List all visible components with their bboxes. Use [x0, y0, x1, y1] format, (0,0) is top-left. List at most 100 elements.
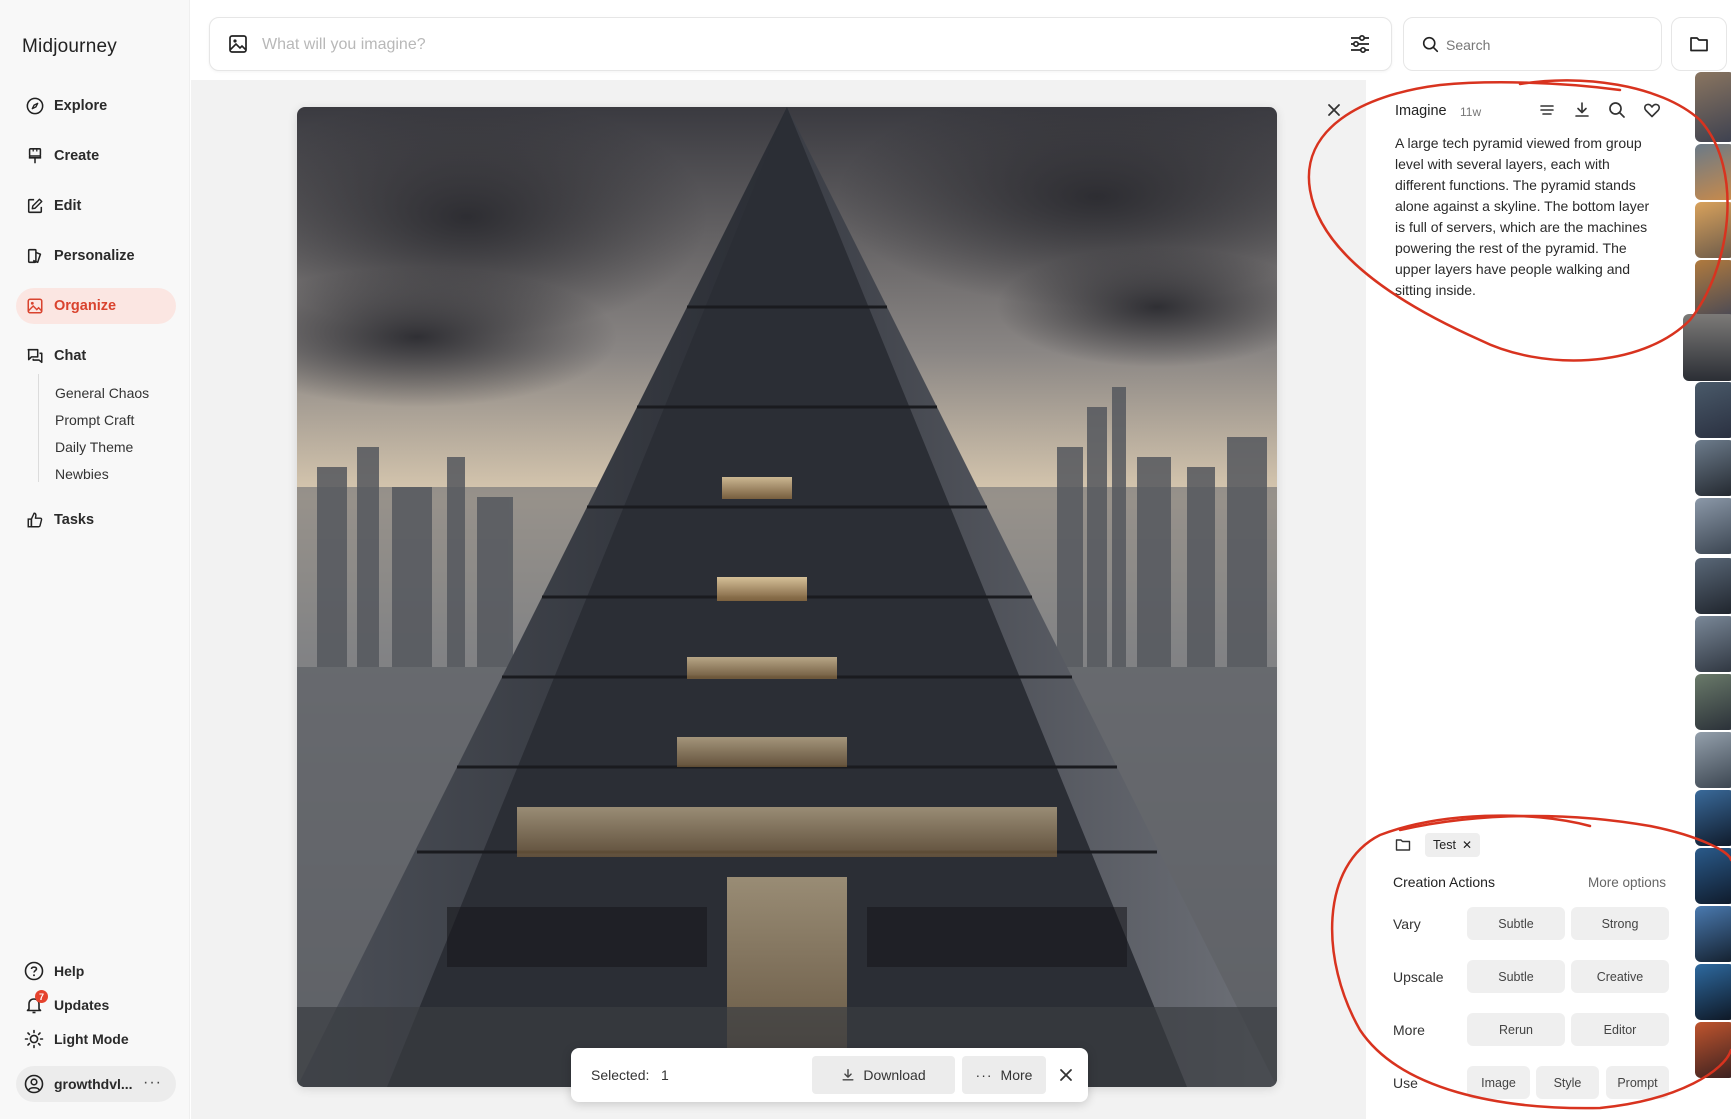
nav-label: Edit [54, 198, 82, 214]
vary-label: Vary [1393, 916, 1421, 932]
detail-actions [1538, 101, 1661, 119]
thumbnail-selected[interactable] [1683, 314, 1731, 381]
nav-create[interactable]: Create [16, 138, 176, 174]
personalize-icon [26, 247, 44, 265]
thumbnail[interactable] [1695, 440, 1731, 496]
folders-button[interactable] [1671, 17, 1727, 71]
edit-icon [26, 197, 44, 215]
editor-button[interactable]: Editor [1571, 1013, 1669, 1046]
download-icon[interactable] [1573, 101, 1591, 119]
updates-badge: 7 [35, 990, 48, 1003]
ellipsis-icon: ··· [975, 1067, 993, 1083]
thumbnail[interactable] [1695, 144, 1731, 200]
rerun-button[interactable]: Rerun [1467, 1013, 1565, 1046]
thumbnail[interactable] [1695, 964, 1731, 1020]
folder-tags: Test ✕ [1395, 833, 1480, 857]
nav-tasks[interactable]: Tasks [16, 502, 176, 538]
thumbnail[interactable] [1695, 616, 1731, 672]
thumbnail[interactable] [1695, 906, 1731, 962]
prompt-input[interactable] [262, 30, 1262, 60]
more-label: More [1000, 1067, 1033, 1083]
more-row-label: More [1393, 1022, 1425, 1038]
use-style-button[interactable]: Style [1536, 1066, 1599, 1099]
paintbrush-icon [26, 147, 44, 165]
light-mode-label: Light Mode [54, 1031, 129, 1047]
folder-icon [1395, 838, 1411, 852]
chat-room-newbies[interactable]: Newbies [55, 466, 109, 482]
chat-room-prompt-craft[interactable]: Prompt Craft [55, 412, 134, 428]
image-icon [26, 297, 44, 315]
help-icon [24, 961, 44, 981]
list-icon[interactable] [1538, 101, 1556, 119]
image-upload-icon[interactable] [228, 34, 248, 59]
upscale-creative-button[interactable]: Creative [1571, 960, 1669, 993]
use-image-button[interactable]: Image [1467, 1066, 1530, 1099]
nav-label: Organize [54, 298, 117, 314]
app-logo[interactable]: Midjourney [22, 36, 117, 58]
thumbnail[interactable] [1695, 732, 1731, 788]
nav-edit[interactable]: Edit [16, 188, 176, 224]
folder-tag[interactable]: Test ✕ [1425, 833, 1480, 857]
thumbnail[interactable] [1695, 558, 1731, 614]
user-menu[interactable]: growthdvl... ··· [16, 1066, 176, 1102]
creation-actions-title: Creation Actions [1393, 874, 1495, 890]
thumbnail-strip[interactable] [1681, 72, 1731, 1119]
thumbs-up-icon [26, 511, 44, 529]
more-button[interactable]: ··· More [962, 1056, 1046, 1094]
chat-icon [26, 347, 44, 365]
main-generated-image[interactable] [297, 107, 1277, 1087]
search-icon[interactable] [1608, 101, 1626, 119]
nav-label: Create [54, 148, 100, 164]
updates-label: Updates [54, 997, 110, 1013]
upscale-subtle-button[interactable]: Subtle [1467, 960, 1565, 993]
vary-subtle-button[interactable]: Subtle [1467, 907, 1565, 940]
search-input[interactable] [1446, 31, 1646, 59]
updates-link[interactable]: 7 Updates [16, 990, 176, 1020]
nav-label: Tasks [54, 512, 95, 528]
thumbnail[interactable] [1695, 674, 1731, 730]
thumbnail[interactable] [1695, 202, 1731, 258]
use-prompt-button[interactable]: Prompt [1606, 1066, 1669, 1099]
chat-room-daily-theme[interactable]: Daily Theme [55, 439, 133, 455]
detail-panel: Imagine 11w A large tech pyramid viewed … [1366, 80, 1669, 1119]
nav-label: Explore [54, 98, 108, 114]
download-label: Download [863, 1067, 926, 1083]
sun-icon [24, 1029, 44, 1049]
compass-icon [26, 97, 44, 115]
help-link[interactable]: Help [16, 956, 176, 986]
nav-chat[interactable]: Chat [16, 338, 176, 374]
heart-icon[interactable] [1643, 101, 1661, 119]
prompt-bar [209, 17, 1392, 71]
thumbnail[interactable] [1695, 498, 1731, 554]
remove-tag-icon[interactable]: ✕ [1462, 838, 1472, 852]
thumbnail[interactable] [1695, 1022, 1731, 1078]
job-age: 11w [1460, 105, 1482, 119]
nav-organize[interactable]: Organize [16, 288, 176, 324]
thumbnail[interactable] [1695, 790, 1731, 846]
nav-explore[interactable]: Explore [16, 88, 176, 124]
close-icon[interactable] [1324, 100, 1344, 120]
folder-tag-label: Test [1433, 838, 1456, 852]
selected-count: 1 [661, 1067, 669, 1083]
chat-tree-line [38, 374, 39, 482]
close-icon[interactable] [1058, 1067, 1074, 1088]
vary-strong-button[interactable]: Strong [1571, 907, 1669, 940]
selected-label: Selected: [591, 1067, 650, 1083]
prompt-text[interactable]: A large tech pyramid viewed from group l… [1395, 133, 1657, 301]
download-icon [841, 1068, 855, 1082]
user-avatar-icon [24, 1074, 44, 1094]
user-more-icon[interactable]: ··· [143, 1074, 162, 1092]
light-mode-toggle[interactable]: Light Mode [16, 1024, 176, 1054]
thumbnail[interactable] [1695, 848, 1731, 904]
thumbnail[interactable] [1695, 260, 1731, 316]
thumbnail[interactable] [1695, 72, 1731, 142]
nav-personalize[interactable]: Personalize [16, 238, 176, 274]
chat-room-general-chaos[interactable]: General Chaos [55, 385, 149, 401]
thumbnail[interactable] [1695, 382, 1731, 438]
bell-icon: 7 [24, 990, 48, 1015]
download-button[interactable]: Download [812, 1056, 955, 1094]
search-bar [1403, 17, 1662, 71]
settings-sliders-icon[interactable] [1349, 33, 1371, 60]
more-options-link[interactable]: More options [1588, 875, 1666, 890]
search-icon [1422, 36, 1439, 58]
